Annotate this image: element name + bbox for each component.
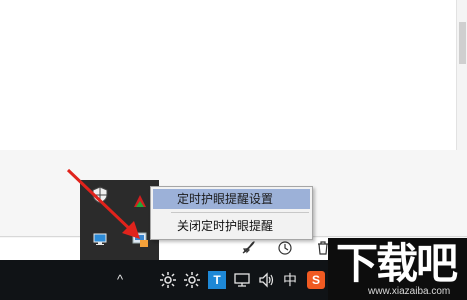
ime-icon[interactable]: S xyxy=(307,271,325,289)
menu-item-eye-reminder-settings[interactable]: 定时护眼提醒设置 xyxy=(153,189,310,209)
menu-item-label: 定时护眼提醒设置 xyxy=(177,192,274,206)
settings-icon[interactable] xyxy=(159,271,177,289)
network-icon[interactable] xyxy=(233,271,251,289)
settings-icon[interactable] xyxy=(183,271,201,289)
menu-separator xyxy=(171,212,309,213)
volume-icon[interactable] xyxy=(258,271,276,289)
language-indicator[interactable]: 中 xyxy=(282,271,298,289)
context-menu: 定时护眼提醒设置 关闭定时护眼提醒 xyxy=(150,186,313,240)
vertical-scrollbar[interactable] xyxy=(456,0,467,150)
watermark: 下载吧 www.xiazaiba.com xyxy=(328,238,467,300)
scrollbar-thumb[interactable] xyxy=(459,22,466,64)
menu-item-label: 关闭定时护眼提醒 xyxy=(177,219,274,233)
clock-icon[interactable] xyxy=(277,240,293,256)
overflow-chevron-icon[interactable]: ^ xyxy=(112,271,128,289)
rocket-icon[interactable] xyxy=(240,240,256,256)
watermark-url: www.xiazaiba.com xyxy=(368,286,451,297)
watermark-logo: 下载吧 xyxy=(336,239,458,288)
menu-item-close-eye-reminder[interactable]: 关闭定时护眼提醒 xyxy=(153,216,310,236)
red-arrow-icon xyxy=(66,168,140,239)
tray-app-icon[interactable]: T xyxy=(208,271,226,289)
